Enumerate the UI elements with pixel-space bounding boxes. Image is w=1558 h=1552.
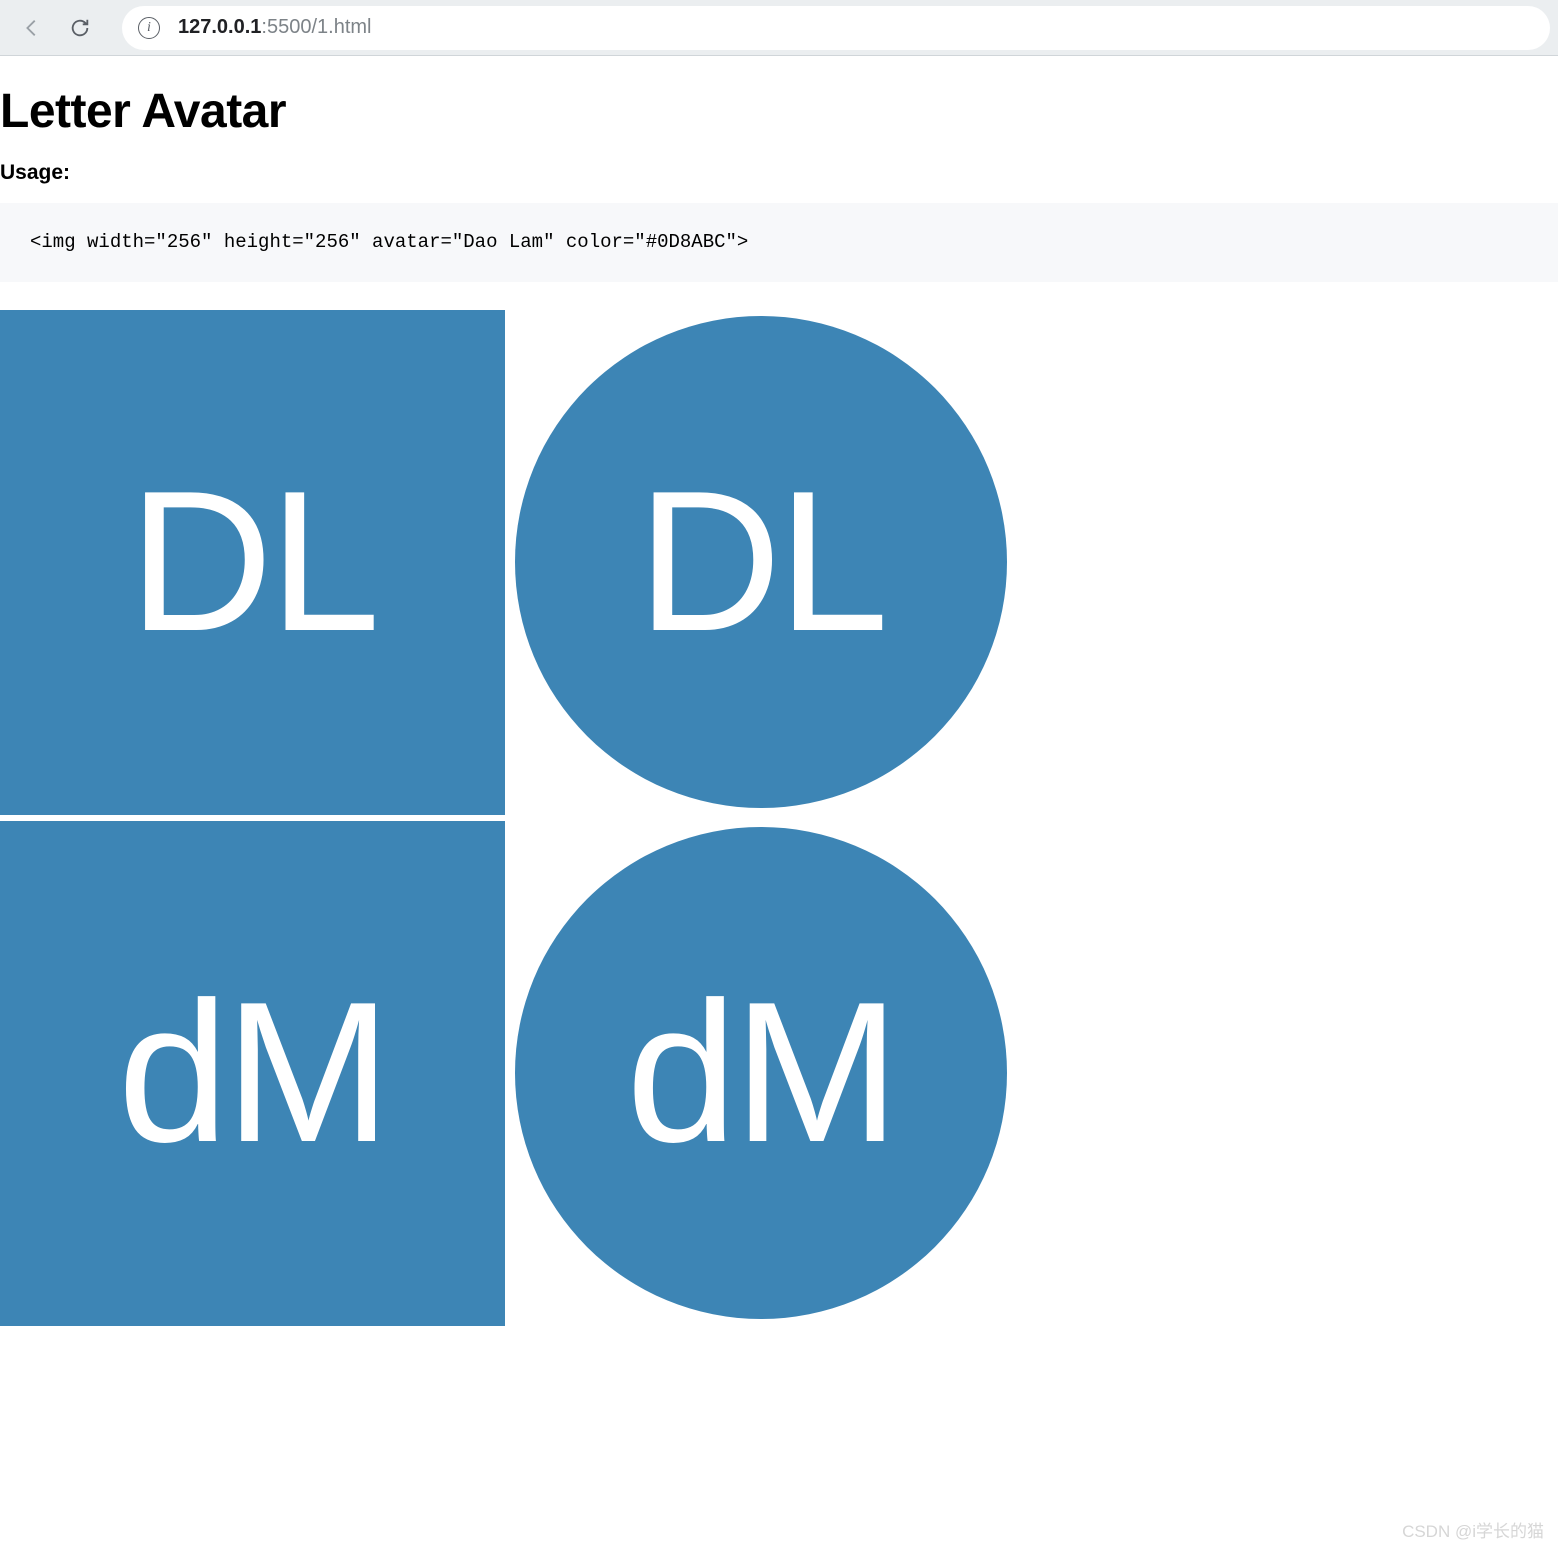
page-title: Letter Avatar	[0, 84, 1558, 139]
back-button[interactable]	[8, 4, 56, 52]
page-content: Letter Avatar Usage: <img width="256" he…	[0, 84, 1558, 1332]
url-path: :5500/1.html	[261, 16, 371, 39]
avatar-square-dl: DL	[0, 310, 505, 815]
site-info-icon[interactable]: i	[138, 17, 160, 39]
usage-heading: Usage:	[0, 161, 1558, 185]
avatar-square-dm: dM	[0, 821, 505, 1326]
avatar-round-dl: DL	[515, 316, 1007, 808]
url-host: 127.0.0.1	[178, 16, 261, 39]
avatar-round-dm: dM	[515, 827, 1007, 1319]
browser-toolbar: i 127.0.0.1:5500/1.html	[0, 0, 1558, 56]
code-sample: <img width="256" height="256" avatar="Da…	[0, 203, 1558, 282]
avatar-grid: DL DL dM dM	[0, 310, 1020, 1332]
watermark: CSDN @i学长的猫	[1402, 1517, 1544, 1542]
address-bar[interactable]: i 127.0.0.1:5500/1.html	[122, 6, 1550, 50]
reload-button[interactable]	[56, 4, 104, 52]
